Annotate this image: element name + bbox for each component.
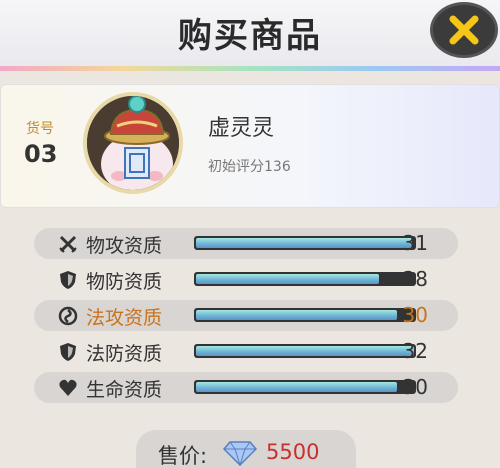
stat-bar-fill — [196, 274, 380, 284]
shield-icon — [60, 271, 76, 289]
stat-label: 法攻资质 — [86, 307, 163, 329]
stat-value: 30 — [402, 303, 428, 327]
stat-value: 30 — [402, 375, 428, 399]
shield-icon — [60, 343, 76, 361]
dialog-title: 购买商品 — [178, 16, 322, 56]
stat-row: 物攻资质 31 — [34, 228, 458, 259]
stat-row: 生命资质 30 — [34, 372, 458, 403]
stat-row: 法防资质 32 — [34, 336, 458, 367]
magic-swirl-icon — [58, 306, 78, 326]
crossed-swords-icon — [59, 235, 77, 253]
item-number: 03 — [24, 140, 58, 168]
price-value: 5500 — [266, 440, 320, 464]
stat-row: 物防资质 28 — [34, 264, 458, 295]
stat-value: 31 — [402, 231, 428, 255]
price-box: 售价: 5500 — [136, 430, 356, 468]
close-icon — [449, 15, 479, 45]
stat-bar — [194, 272, 416, 286]
stat-bar-fill — [196, 238, 412, 248]
stat-bar — [194, 236, 416, 250]
stat-label: 物防资质 — [86, 271, 163, 293]
stat-bar — [194, 344, 416, 358]
close-button[interactable] — [430, 2, 498, 58]
stat-value: 28 — [402, 267, 428, 291]
pet-avatar — [83, 92, 183, 194]
item-score: 初始评分136 — [208, 159, 291, 175]
diamond-icon — [222, 441, 258, 466]
stat-label: 法防资质 — [86, 343, 163, 365]
stat-bar — [194, 380, 416, 394]
stat-bar-fill — [196, 346, 414, 356]
item-number-label: 货号 — [26, 121, 54, 137]
heart-icon — [59, 379, 77, 396]
header-divider — [0, 66, 500, 71]
stat-bar-fill — [196, 382, 397, 392]
price-label: 售价: — [158, 444, 208, 468]
item-name: 虚灵灵 — [208, 116, 275, 141]
stat-label: 物攻资质 — [86, 235, 163, 257]
dialog-header: 购买商品 — [0, 0, 500, 68]
item-card — [0, 84, 500, 208]
stat-label: 生命资质 — [86, 379, 163, 401]
stat-value: 32 — [402, 339, 428, 363]
stat-bar-fill — [196, 310, 397, 320]
stat-bar — [194, 308, 416, 322]
stat-row: 法攻资质 30 — [34, 300, 458, 331]
